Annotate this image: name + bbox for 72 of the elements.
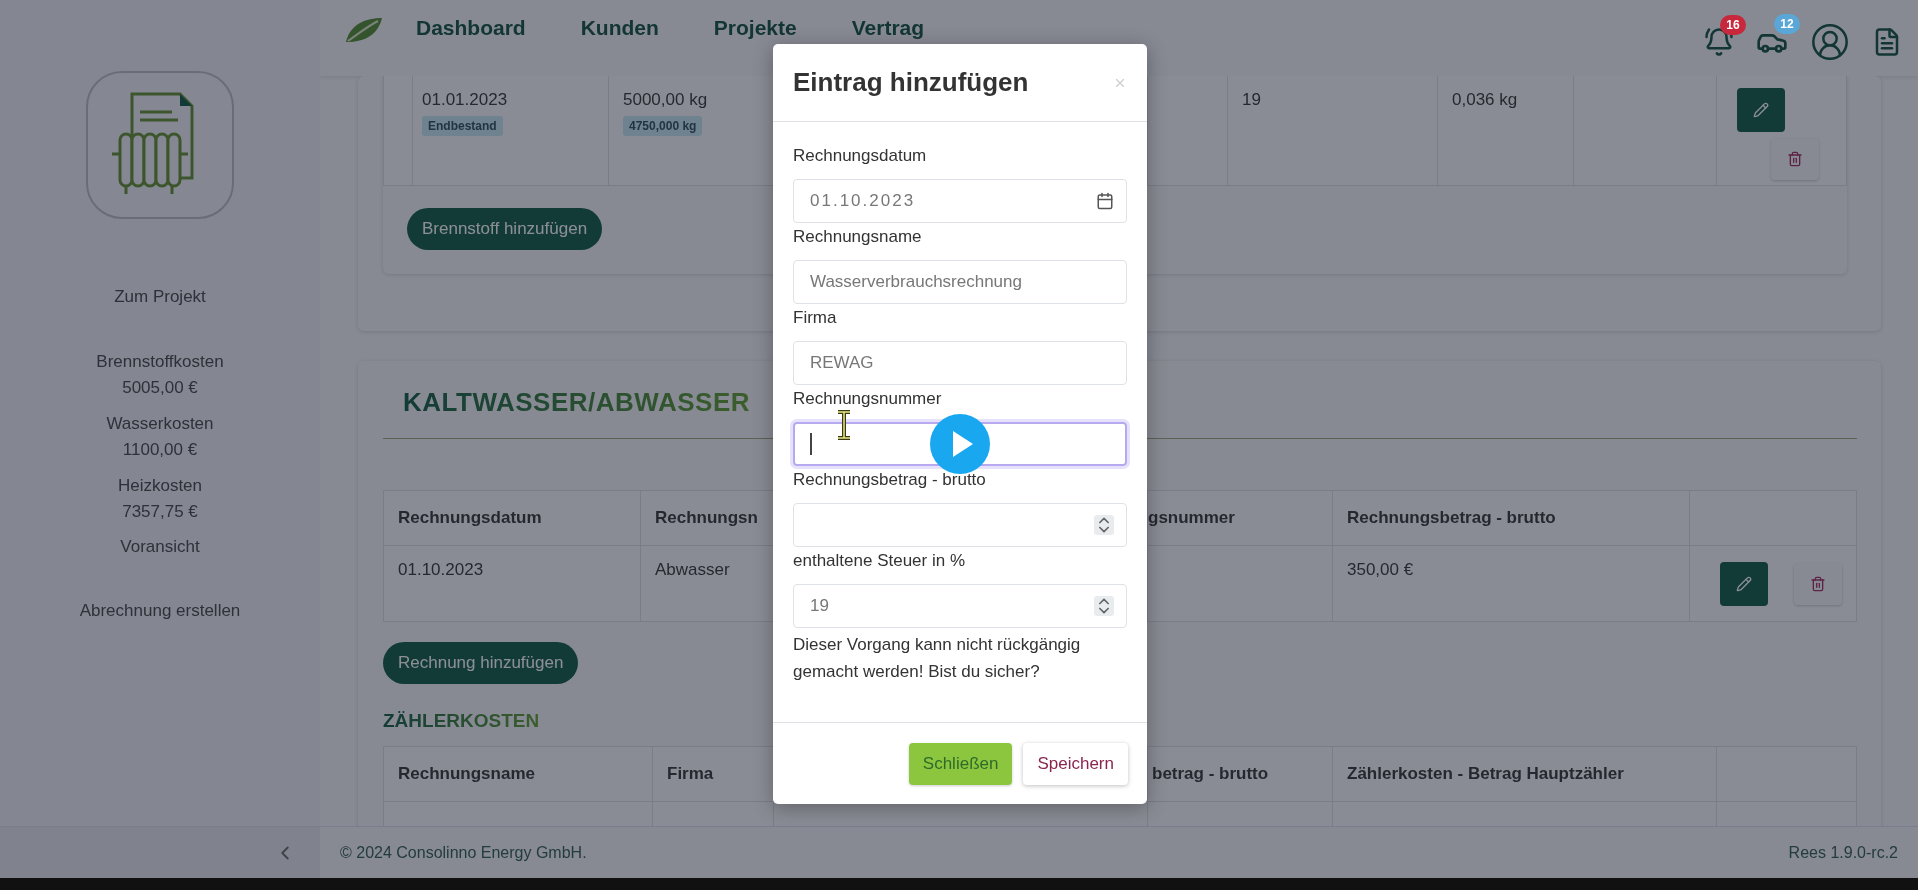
date-value: 01.10.2023 — [810, 191, 917, 211]
nav-link[interactable]: Vertrag — [851, 16, 925, 40]
pencil-icon — [1753, 102, 1769, 118]
add-fuel-button[interactable]: Brennstoff hinzufügen — [407, 208, 603, 250]
edit-button[interactable] — [1720, 561, 1768, 606]
close-dialog-button[interactable]: Schließen — [908, 742, 1013, 785]
cost-value: 5005,00 € — [122, 377, 198, 399]
field-label: Firma — [793, 307, 838, 329]
amount-cell-text: 350,00 € — [1347, 560, 1415, 580]
count-badge: 12 — [1774, 14, 1800, 34]
cost-value: 1100,00 € — [122, 439, 198, 461]
preview-link[interactable]: Voransicht — [120, 535, 200, 559]
leaf-logo[interactable] — [344, 16, 384, 44]
input-field[interactable]: REWAG — [793, 341, 1127, 385]
number-field[interactable] — [793, 503, 1127, 547]
create-invoice-link[interactable]: Abrechnung erstellen — [79, 599, 241, 623]
cost-label: Brennstoffkosten — [96, 351, 224, 373]
count-badge: 16 — [1720, 15, 1746, 35]
column-header: Rechnungsname — [398, 764, 536, 784]
number-field[interactable]: 19 — [793, 584, 1127, 628]
column-header: Zählerkosten - Betrag Hauptzähler — [1347, 764, 1625, 784]
date-field[interactable]: 01.10.2023 — [793, 179, 1127, 223]
delete-button[interactable] — [1794, 562, 1842, 605]
field-value: REWAG — [810, 353, 875, 373]
dialog-title: Eintrag hinzufügen — [793, 67, 1029, 98]
field-value: 19 — [810, 596, 830, 616]
column-header: betrag - brutto — [1152, 764, 1270, 784]
date-cell-text: 01.10.2023 — [398, 560, 485, 580]
name-cell-text: Abwasser — [655, 560, 731, 580]
user-icon[interactable] — [1810, 22, 1850, 62]
field-label: Rechnungsbetrag - brutto — [793, 469, 987, 491]
column-header: Rechnungsbetrag - brutto — [1347, 508, 1557, 528]
project-link[interactable]: Zum Projekt — [114, 285, 206, 309]
add-invoice-button[interactable]: Rechnung hinzufügen — [383, 642, 579, 684]
cost-value: 7357,75 € — [122, 501, 198, 523]
field-value: Wasserverbrauchsrechnung — [810, 272, 1023, 292]
bell-icon[interactable] — [1704, 27, 1734, 57]
field-label: Rechnungsname — [793, 226, 923, 248]
mouse-cursor-icon — [836, 410, 852, 440]
cost-label: Heizkosten — [117, 475, 203, 497]
table-cell-text: 0,036 kg — [1452, 90, 1519, 110]
text-cursor-icon — [810, 433, 812, 455]
field-label: enthaltene Steuer in % — [793, 550, 966, 572]
column-header: Firma — [667, 764, 715, 784]
warning-text: Dieser Vorgang kann nicht rückgängig gemacht werden! Bist du sicher? — [793, 634, 1082, 683]
delete-button[interactable] — [1771, 138, 1819, 180]
amount-cell-text: 5000,00 kg — [623, 90, 709, 110]
nav-link[interactable]: Dashboard — [416, 16, 526, 40]
trash-icon — [1787, 151, 1803, 167]
trash-icon — [1810, 575, 1826, 592]
save-button[interactable]: Speichern — [1023, 742, 1128, 785]
calendar-icon[interactable] — [1096, 192, 1114, 210]
nav-link[interactable]: Kunden — [580, 16, 659, 40]
play-icon[interactable] — [930, 414, 990, 474]
pencil-icon — [1736, 575, 1752, 592]
column-header: gsnummer — [1148, 508, 1236, 528]
input-field[interactable]: Wasserverbrauchsrechnung — [793, 260, 1127, 304]
nav-link[interactable]: Projekte — [713, 16, 797, 40]
cost-label: Wasserkosten — [106, 413, 214, 435]
amount-tag: 4750,000 kg — [623, 116, 703, 136]
copyright-text: © 2024 Consolinno Energy GmbH. — [340, 843, 587, 862]
stock-tag: Endbestand — [422, 116, 503, 136]
date-cell-text: 01.01.2023 — [422, 90, 509, 110]
table-cell-text: 19 — [1242, 90, 1262, 110]
spinner-icon[interactable] — [1094, 596, 1114, 616]
field-label: Rechnungsdatum — [793, 145, 928, 167]
column-header: Rechnungsn — [655, 508, 759, 528]
version-text: Rees 1.9.0-rc.2 — [1788, 843, 1898, 862]
column-header: Rechnungsdatum — [398, 508, 543, 528]
edit-button[interactable] — [1737, 88, 1785, 132]
field-label: Rechnungsnummer — [793, 388, 943, 410]
spinner-icon[interactable] — [1094, 515, 1114, 535]
